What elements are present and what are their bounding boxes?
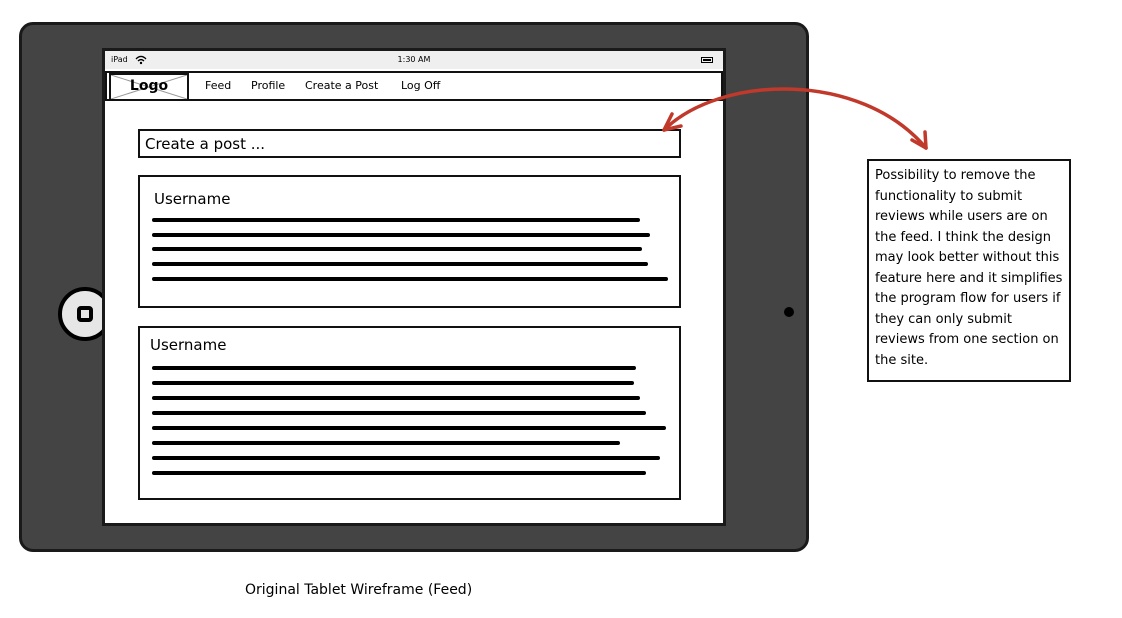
annotation-note: Possibility to remove the functionality … bbox=[867, 159, 1071, 382]
figure-caption: Original Tablet Wireframe (Feed) bbox=[245, 582, 473, 598]
